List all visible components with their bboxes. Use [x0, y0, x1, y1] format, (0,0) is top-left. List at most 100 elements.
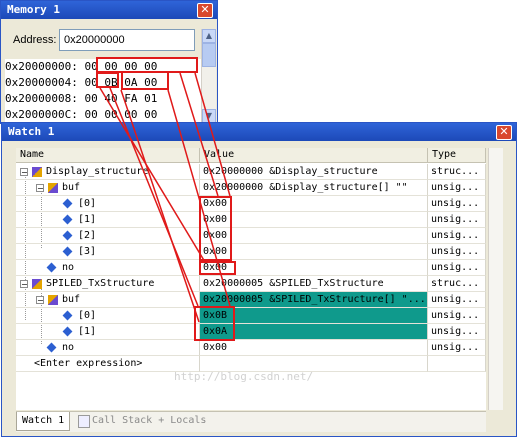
collapse-icon[interactable]: − [36, 296, 44, 305]
cell-type: unsig... [428, 260, 486, 276]
row-name-label: [2] [78, 230, 97, 241]
cell-value[interactable]: 0x00 [200, 340, 428, 356]
cell-name[interactable]: [0] [16, 196, 200, 212]
row-name-label: [1] [78, 214, 97, 225]
table-row[interactable]: [2] 0x00 unsig... [16, 228, 486, 244]
address-input[interactable]: 0x20000000 [59, 29, 195, 51]
row-name-label: buf [62, 182, 81, 193]
cell-value[interactable]: 0x00 [200, 196, 428, 212]
struct-icon [32, 167, 42, 177]
cell-name[interactable]: [0] [16, 308, 200, 324]
cell-value[interactable]: 0x00 [200, 228, 428, 244]
collapse-icon[interactable]: − [20, 168, 28, 177]
scroll-thumb[interactable] [202, 43, 216, 67]
annotation-box-display-buf [199, 196, 232, 261]
cell-type: unsig... [428, 292, 486, 308]
tab-call-stack-label: Call Stack + Locals [92, 415, 207, 426]
cell-value[interactable]: 0x20000000 &Display_structure [200, 164, 428, 180]
watch-scrollbar[interactable] [488, 148, 503, 410]
table-row[interactable]: [3] 0x00 unsig... [16, 244, 486, 260]
memory-scrollbar[interactable]: ▲ ▼ [201, 29, 216, 123]
cell-type: unsig... [428, 196, 486, 212]
table-row[interactable]: − buf 0x20000005 &SPILED_TxStructure[] "..… [16, 292, 486, 308]
cell-name[interactable]: no [16, 340, 200, 356]
row-name-label: buf [62, 294, 81, 305]
cell-name[interactable]: <Enter expression> [16, 356, 200, 372]
annotation-box-byte4 [96, 72, 119, 88]
row-name-label: no [62, 342, 75, 353]
row-name-label: [1] [78, 326, 97, 337]
memory-line: 0x20000008: 00 40 FA 01 [5, 92, 158, 105]
cell-name[interactable]: [3] [16, 244, 200, 260]
table-row[interactable]: no 0x00 unsig... [16, 340, 486, 356]
variable-icon [62, 310, 73, 321]
cell-type: unsig... [428, 324, 486, 340]
variable-icon [62, 326, 73, 337]
table-row[interactable]: no 0x00 unsig... [16, 260, 486, 276]
row-name-label: [0] [78, 310, 97, 321]
cell-value[interactable]: 0x20000005 &SPILED_TxStructure [200, 276, 428, 292]
tab-call-stack[interactable]: Call Stack + Locals [74, 412, 211, 430]
memory-window-title: Memory 1 [1, 1, 217, 19]
scroll-down-icon[interactable]: ▼ [202, 109, 216, 123]
memory-close-icon[interactable]: ✕ [197, 3, 213, 18]
cell-type: unsig... [428, 228, 486, 244]
variable-icon [62, 246, 73, 257]
table-row[interactable]: − Display_structure 0x20000000 &Display_st… [16, 164, 486, 180]
cell-name[interactable]: [1] [16, 324, 200, 340]
variable-icon [62, 214, 73, 225]
call-stack-icon [78, 415, 90, 428]
collapse-icon[interactable]: − [36, 184, 44, 193]
row-name-label: <Enter expression> [34, 358, 143, 369]
variable-icon [62, 230, 73, 241]
cell-type: unsig... [428, 244, 486, 260]
memory-line: 0x2000000C: 00 00 00 00 [5, 108, 158, 121]
variable-icon [46, 262, 57, 273]
watch-close-icon[interactable]: ✕ [496, 125, 512, 140]
annotation-box-bytes-0b-0a [121, 71, 169, 90]
cell-type: struc... [428, 276, 486, 292]
cell-name[interactable]: no [16, 260, 200, 276]
cell-type: unsig... [428, 212, 486, 228]
collapse-icon[interactable]: − [20, 280, 28, 289]
cell-type [428, 356, 486, 372]
watermark: http://blog.csdn.net/ [174, 370, 314, 383]
column-header-value[interactable]: Value [200, 148, 428, 163]
watch-grid: Name Value Type − Display_structure 0x2000… [16, 148, 486, 410]
watch-window-title: Watch 1 [2, 123, 516, 141]
tab-watch-1[interactable]: Watch 1 [16, 412, 71, 431]
column-header-type[interactable]: Type [428, 148, 486, 163]
row-name-label: [0] [78, 198, 97, 209]
row-name-label: no [62, 262, 75, 273]
table-row[interactable]: [1] 0x00 unsig... [16, 212, 486, 228]
variable-icon [62, 198, 73, 209]
cell-name[interactable]: [2] [16, 228, 200, 244]
annotation-box-display-no [199, 261, 236, 275]
cell-value[interactable]: 0x20000000 &Display_structure[] "" [200, 180, 428, 196]
cell-name[interactable]: − buf [16, 292, 200, 308]
row-name-label: [3] [78, 246, 97, 257]
annotation-box-spiled-buf [194, 306, 235, 341]
column-header-name[interactable]: Name [16, 148, 200, 163]
cell-type: struc... [428, 164, 486, 180]
cell-value[interactable]: 0x00 [200, 244, 428, 260]
table-row[interactable]: [1] 0x0A unsig... [16, 324, 486, 340]
cell-name[interactable]: − buf [16, 180, 200, 196]
address-label: Address: [13, 34, 57, 46]
array-icon [48, 295, 58, 305]
cell-name[interactable]: − SPILED_TxStructure [16, 276, 200, 292]
scroll-up-icon[interactable]: ▲ [202, 29, 216, 43]
table-row[interactable]: [0] 0x00 unsig... [16, 196, 486, 212]
array-icon [48, 183, 58, 193]
table-row[interactable]: − buf 0x20000000 &Display_structure[] "" un… [16, 180, 486, 196]
watch-tabs: Watch 1 Call Stack + Locals [16, 411, 486, 432]
table-row[interactable]: [0] 0x0B unsig... [16, 308, 486, 324]
variable-icon [46, 342, 57, 353]
watch-window: Watch 1 ✕ Name Value Type − Display_struc… [1, 122, 517, 437]
cell-name[interactable]: [1] [16, 212, 200, 228]
cell-value[interactable]: 0x00 [200, 212, 428, 228]
cell-type: unsig... [428, 180, 486, 196]
row-name-label: SPILED_TxStructure [46, 278, 155, 289]
cell-name[interactable]: − Display_structure [16, 164, 200, 180]
table-row[interactable]: − SPILED_TxStructure 0x20000005 &SPILED_Tx… [16, 276, 486, 292]
